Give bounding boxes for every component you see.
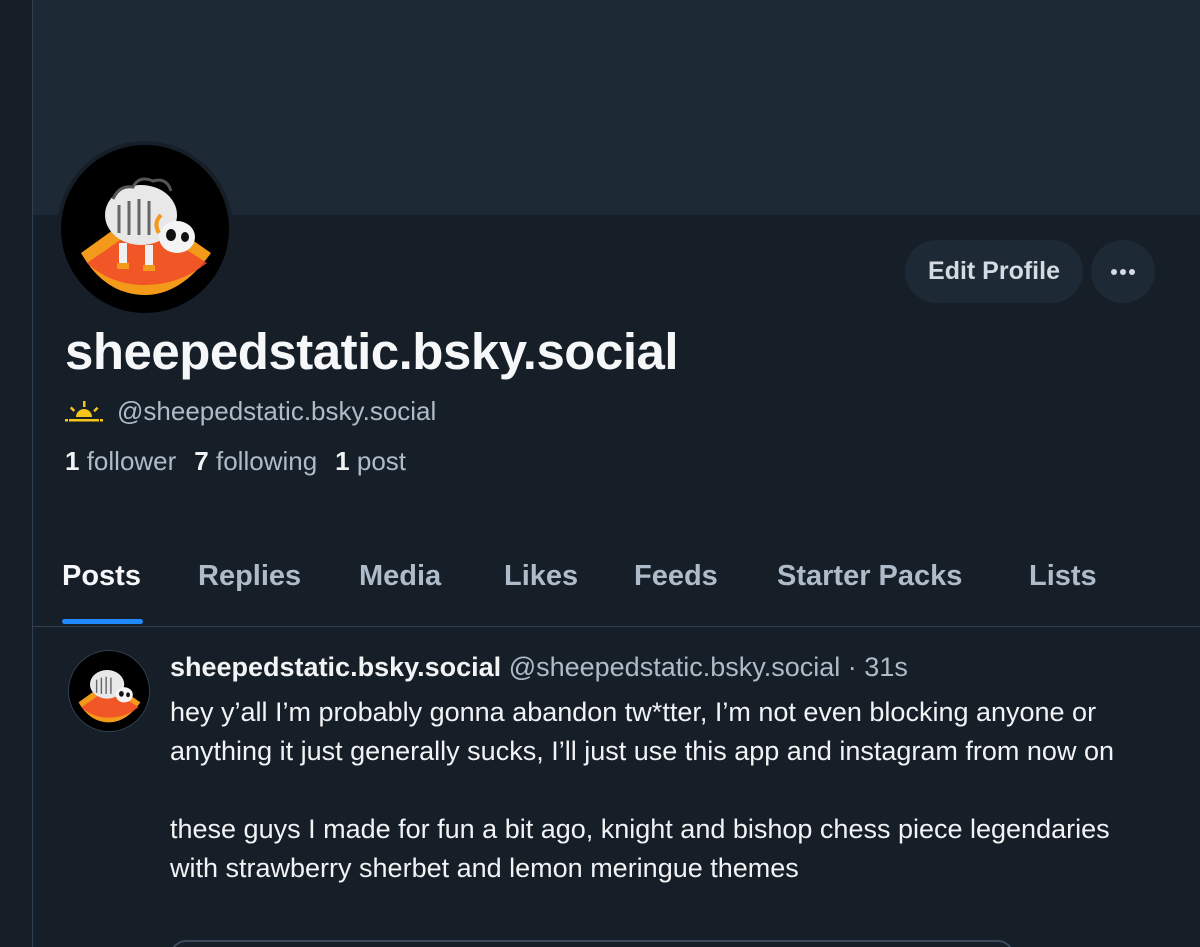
profile-avatar[interactable] xyxy=(61,145,229,313)
tab-media[interactable]: Media xyxy=(359,548,441,626)
post-paragraph: hey y’all I’m probably gonna abandon tw*… xyxy=(170,697,1114,766)
profile-page: Edit Profile sheepedstatic.bsky.social @… xyxy=(32,0,1200,947)
feed-post[interactable]: sheepedstatic.bsky.social @sheepedstatic… xyxy=(33,627,1200,947)
post-separator: · xyxy=(847,652,857,682)
following-stat[interactable]: 7 following xyxy=(194,446,317,476)
posts-stat: 1 post xyxy=(335,446,407,476)
profile-handle[interactable]: @sheepedstatic.bsky.social xyxy=(117,396,436,427)
profile-tabs: Posts Replies Media Likes Feeds Starter … xyxy=(33,548,1200,627)
post-author-name[interactable]: sheepedstatic.bsky.social xyxy=(170,652,501,682)
post-header: sheepedstatic.bsky.social @sheepedstatic… xyxy=(170,652,908,683)
post-author-handle[interactable]: @sheepedstatic.bsky.social xyxy=(509,652,841,682)
tab-feeds[interactable]: Feeds xyxy=(634,548,718,626)
more-horizontal-icon xyxy=(1111,268,1135,275)
tab-lists[interactable]: Lists xyxy=(1029,548,1097,626)
post-paragraph: these guys I made for fun a bit ago, kni… xyxy=(170,814,1110,883)
sheep-avatar-image xyxy=(61,145,229,313)
sheep-avatar-image xyxy=(69,651,149,731)
profile-stats: 1 follower 7 following 1 post xyxy=(65,446,406,477)
edit-profile-button[interactable]: Edit Profile xyxy=(905,240,1083,303)
profile-handle-row: @sheepedstatic.bsky.social xyxy=(65,394,436,428)
post-timestamp[interactable]: 31s xyxy=(864,652,908,682)
followers-stat[interactable]: 1 follower xyxy=(65,446,176,476)
active-tab-indicator xyxy=(62,619,143,624)
profile-display-name: sheepedstatic.bsky.social xyxy=(65,323,679,380)
post-media-embed[interactable] xyxy=(170,940,1014,947)
more-options-button[interactable] xyxy=(1091,240,1155,303)
tab-replies[interactable]: Replies xyxy=(198,548,301,626)
post-author-avatar[interactable] xyxy=(69,651,149,731)
tab-likes[interactable]: Likes xyxy=(504,548,578,626)
profile-avatar-frame xyxy=(57,141,233,317)
tab-starter-packs[interactable]: Starter Packs xyxy=(777,548,962,626)
tab-posts[interactable]: Posts xyxy=(62,548,141,626)
post-body: hey y’all I’m probably gonna abandon tw*… xyxy=(170,693,1130,888)
sunrise-icon xyxy=(65,401,103,422)
